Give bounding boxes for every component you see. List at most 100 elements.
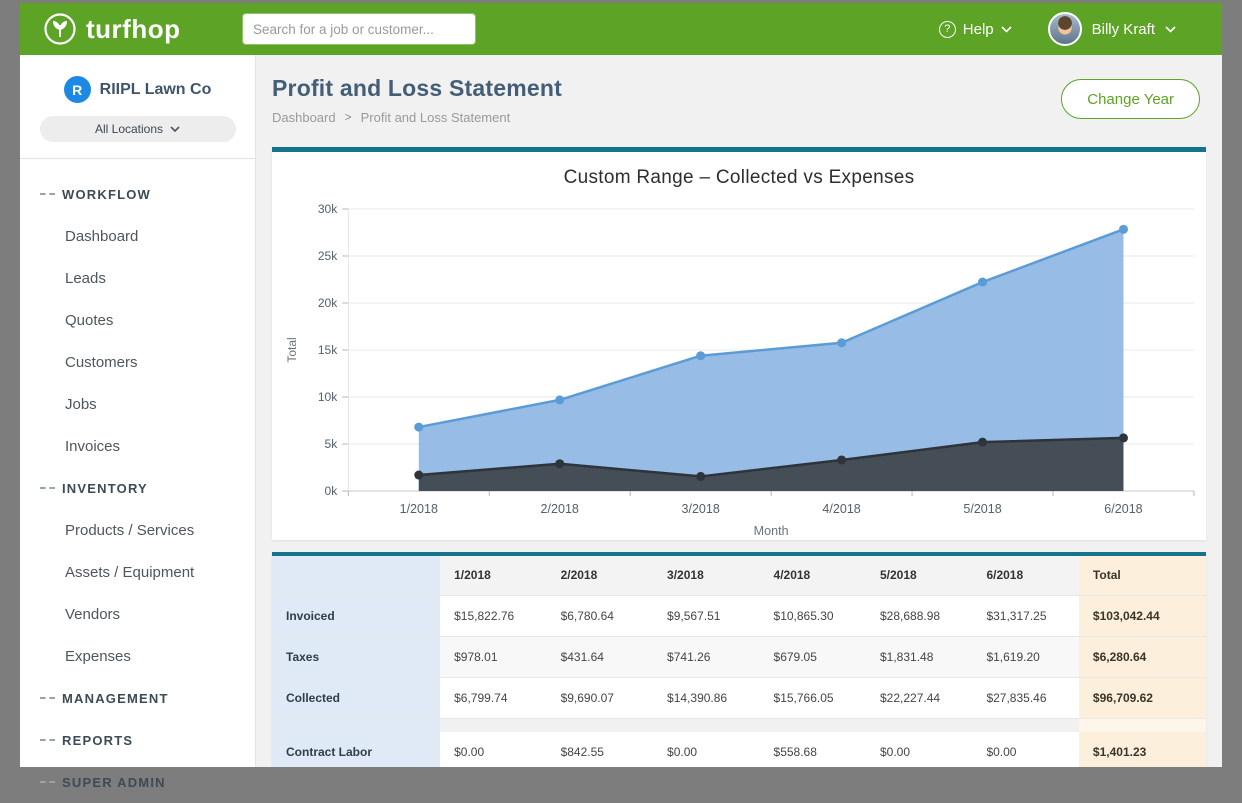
tree-dash-icon <box>40 781 55 783</box>
sidebar-item-leads[interactable]: Leads <box>20 257 255 299</box>
row-total: $6,280.64 <box>1079 636 1206 677</box>
breadcrumb-separator: > <box>345 110 352 124</box>
breadcrumb-dashboard-link[interactable]: Dashboard <box>272 110 336 125</box>
table-cell: $15,822.76 <box>440 595 546 636</box>
sidebar-item-invoices[interactable]: Invoices <box>20 425 255 467</box>
sidebar-item-assets-equipment[interactable]: Assets / Equipment <box>20 551 255 593</box>
turfhop-logo[interactable]: turfhop <box>20 11 242 47</box>
table-cell: $9,690.07 <box>547 677 653 718</box>
row-total: $96,709.62 <box>1079 677 1206 718</box>
row-label: Taxes <box>272 636 440 677</box>
nav-section-label: REPORTS <box>62 733 133 748</box>
tree-dash-icon <box>40 739 55 741</box>
table-header-row: 1/2018 2/2018 3/2018 4/2018 5/2018 6/201… <box>272 554 1206 595</box>
table-cell: $0.00 <box>866 732 972 767</box>
table-cell: $0.00 <box>653 732 759 767</box>
table-row-contract-labor: Contract Labor $0.00 $842.55 $0.00 $558.… <box>272 732 1206 767</box>
logo-text: turfhop <box>86 14 180 45</box>
gap-cell <box>440 718 546 732</box>
change-year-button[interactable]: Change Year <box>1061 79 1200 119</box>
nav-section-label: MANAGEMENT <box>62 691 169 706</box>
gap-cell <box>866 718 972 732</box>
chart-card: Custom Range – Collected vs Expenses 0k 5… <box>272 147 1206 540</box>
pl-table: 1/2018 2/2018 3/2018 4/2018 5/2018 6/201… <box>272 552 1206 767</box>
nav-section-super-admin[interactable]: SUPER ADMIN <box>20 761 255 803</box>
table-cell: $6,799.74 <box>440 677 546 718</box>
user-menu[interactable]: Billy Kraft <box>1048 12 1222 46</box>
sidebar-item-customers[interactable]: Customers <box>20 341 255 383</box>
table-header-cell: 4/2018 <box>760 554 866 595</box>
gap-cell <box>1079 718 1206 732</box>
row-total: $1,401.23 <box>1079 732 1206 767</box>
gap-cell <box>972 718 1078 732</box>
table-row-taxes: Taxes $978.01 $431.64 $741.26 $679.05 $1… <box>272 636 1206 677</box>
sidebar-item-vendors[interactable]: Vendors <box>20 593 255 635</box>
nav-section-workflow[interactable]: WORKFLOW <box>20 173 255 215</box>
company-logo-icon: R <box>64 76 91 103</box>
svg-text:5/2018: 5/2018 <box>963 502 1001 516</box>
row-label: Invoiced <box>272 595 440 636</box>
svg-text:2/2018: 2/2018 <box>541 502 579 516</box>
nav-section-reports[interactable]: REPORTS <box>20 719 255 761</box>
global-search-input[interactable] <box>242 13 476 45</box>
breadcrumb-current: Profit and Loss Statement <box>361 110 511 125</box>
svg-text:0k: 0k <box>325 484 339 498</box>
svg-text:6/2018: 6/2018 <box>1104 502 1142 516</box>
nav-section-inventory[interactable]: INVENTORY <box>20 467 255 509</box>
table-cell: $28,688.98 <box>866 595 972 636</box>
app-window: turfhop ? Help Billy Kraft R RIIPL Lawn … <box>20 3 1222 767</box>
svg-text:Total: Total <box>285 337 299 362</box>
nav-section-label: SUPER ADMIN <box>62 775 166 790</box>
table-header-cell: Total <box>1079 554 1206 595</box>
chart-title: Custom Range – Collected vs Expenses <box>272 152 1206 195</box>
table-cell: $1,831.48 <box>866 636 972 677</box>
gap-cell <box>272 718 440 732</box>
gap-cell <box>547 718 653 732</box>
table-cell: $15,766.05 <box>760 677 866 718</box>
table-cell: $1,619.20 <box>972 636 1078 677</box>
table-cell: $6,780.64 <box>547 595 653 636</box>
svg-text:Month: Month <box>754 524 789 538</box>
table-cell: $558.68 <box>760 732 866 767</box>
table-cell: $27,835.46 <box>972 677 1078 718</box>
table-cell: $978.01 <box>440 636 546 677</box>
svg-text:30k: 30k <box>318 202 338 216</box>
sidebar-item-jobs[interactable]: Jobs <box>20 383 255 425</box>
table-row-invoiced: Invoiced $15,822.76 $6,780.64 $9,567.51 … <box>272 595 1206 636</box>
help-icon: ? <box>939 21 956 38</box>
table-cell: $741.26 <box>653 636 759 677</box>
pl-chart: 0k 5k 10k 15k 20k 25k 30k 1/2018 2/2018 3/2018 4/2… <box>272 195 1206 540</box>
table-cell: $31,317.25 <box>972 595 1078 636</box>
svg-text:5k: 5k <box>325 437 339 451</box>
help-label: Help <box>963 21 994 38</box>
company-name: RIIPL Lawn Co <box>100 81 212 99</box>
table-header-cell: 6/2018 <box>972 554 1078 595</box>
table-section-gap <box>272 718 1206 732</box>
gap-cell <box>760 718 866 732</box>
table-cell: $842.55 <box>547 732 653 767</box>
sidebar-item-dashboard[interactable]: Dashboard <box>20 215 255 257</box>
table-cell: $10,865.30 <box>760 595 866 636</box>
sidebar-item-quotes[interactable]: Quotes <box>20 299 255 341</box>
user-name: Billy Kraft <box>1092 21 1155 38</box>
locations-label: All Locations <box>95 122 163 136</box>
sidebar-item-expenses[interactable]: Expenses <box>20 635 255 677</box>
svg-text:20k: 20k <box>318 296 338 310</box>
chevron-down-icon <box>1001 26 1012 33</box>
row-total: $103,042.44 <box>1079 595 1206 636</box>
svg-text:1/2018: 1/2018 <box>400 502 438 516</box>
table-header-cell: 1/2018 <box>440 554 546 595</box>
svg-text:15k: 15k <box>318 343 338 357</box>
svg-text:4/2018: 4/2018 <box>822 502 860 516</box>
svg-text:10k: 10k <box>318 390 338 404</box>
table-cell: $14,390.86 <box>653 677 759 718</box>
help-menu[interactable]: ? Help <box>939 21 1012 38</box>
sidebar-item-products-services[interactable]: Products / Services <box>20 509 255 551</box>
nav-section-management[interactable]: MANAGEMENT <box>20 677 255 719</box>
table-cell: $0.00 <box>972 732 1078 767</box>
table-header-cell <box>272 554 440 595</box>
user-avatar <box>1048 12 1082 46</box>
locations-dropdown[interactable]: All Locations <box>40 116 236 142</box>
svg-text:3/2018: 3/2018 <box>681 502 719 516</box>
svg-text:25k: 25k <box>318 249 338 263</box>
